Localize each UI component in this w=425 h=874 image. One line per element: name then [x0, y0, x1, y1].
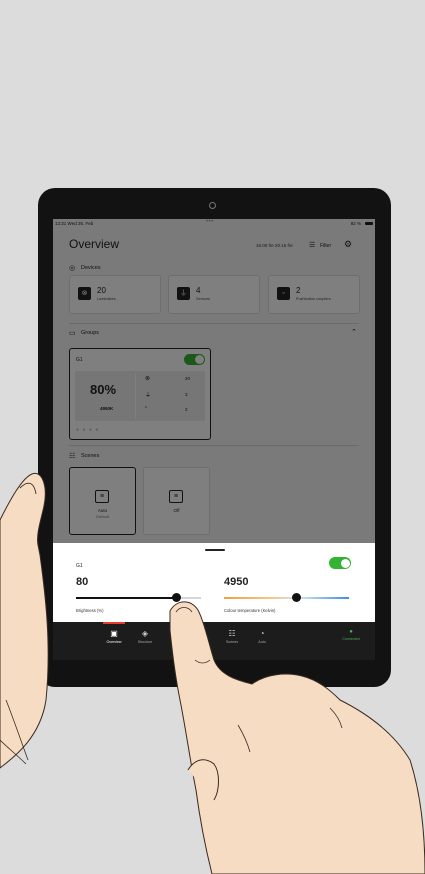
right-thumb — [187, 759, 219, 801]
app-screen: 13:31 Wed 26. Feb ••• 92 % Overview 16.0… — [53, 219, 375, 622]
camera — [209, 202, 216, 209]
left-hand-crease — [0, 739, 27, 765]
nav-auto[interactable]: ◔ Auto — [247, 622, 277, 660]
stage: 13:31 Wed 26. Feb ••• 92 % Overview 16.0… — [0, 0, 425, 874]
nav-label: Scenes — [226, 640, 238, 644]
colour-temp-value: 4950 — [224, 576, 249, 588]
nav-label: Overview — [106, 640, 122, 644]
brightness-fill — [76, 597, 176, 599]
left-hand-crease — [5, 699, 29, 761]
auto-icon: ◔ — [259, 629, 265, 638]
nav-label: Auto — [258, 640, 266, 644]
connected-icon: ● — [349, 629, 353, 635]
nav-connected[interactable]: ● Connected — [336, 622, 366, 660]
nav-scenes[interactable]: ☷ Scenes — [217, 622, 247, 660]
nav-label: Connected — [342, 637, 360, 641]
colour-temp-thumb[interactable] — [292, 593, 301, 602]
layers-icon: ◈ — [141, 629, 149, 638]
nav-label: Structure — [137, 640, 153, 644]
left-thumb — [19, 482, 37, 495]
bottom-nav: ▣ Overview ◈ Structure ☷ Scenes ◔ Auto ●… — [53, 622, 375, 660]
knuckle-crease — [237, 724, 251, 753]
knuckle-crease — [329, 707, 343, 729]
bottom-sheet: G1 80 4950 Brightness (%) Colour tempera… — [53, 543, 375, 622]
nav-overview[interactable]: ▣ Overview — [99, 622, 129, 660]
sheet-grabber[interactable] — [205, 549, 225, 551]
scenes-icon: ☷ — [228, 629, 236, 638]
brightness-slider[interactable] — [76, 593, 201, 602]
overview-icon: ▣ — [110, 629, 118, 638]
dim-overlay[interactable] — [53, 219, 375, 543]
sheet-group-name: G1 — [76, 563, 83, 569]
sheet-group-toggle[interactable] — [329, 557, 351, 569]
brightness-label: Brightness (%) — [76, 608, 104, 613]
brightness-value: 80 — [76, 576, 89, 588]
brightness-thumb[interactable] — [171, 593, 181, 602]
nav-structure[interactable]: ◈ Structure — [130, 622, 160, 660]
toggle-knob — [340, 558, 350, 568]
colour-temp-label: Colour temperature (Kelvin) — [224, 608, 276, 613]
colour-temp-slider[interactable] — [224, 593, 349, 602]
